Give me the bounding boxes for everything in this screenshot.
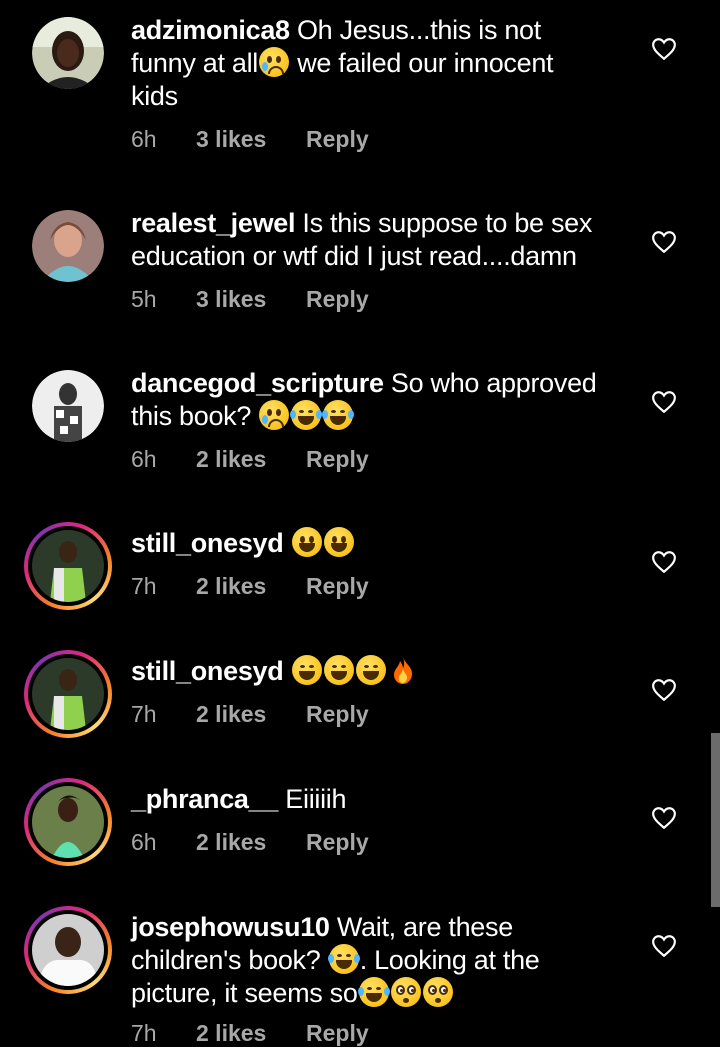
heart-outline-icon[interactable] (651, 934, 677, 958)
comment-likes[interactable]: 2 likes (196, 1020, 306, 1047)
reply-button[interactable]: Reply (306, 126, 369, 153)
comment-body: education or wtf did I just read....damn (131, 241, 577, 271)
face-with-tears-of-joy-emoji (322, 400, 355, 430)
comment-text: josephowusu10 Wait, are these children's… (131, 911, 631, 1010)
reply-button[interactable]: Reply (306, 829, 369, 856)
comment-time: 6h (131, 829, 157, 855)
comment-time: 6h (131, 126, 157, 152)
comment-time: 7h (131, 573, 157, 599)
face-with-tears-of-joy-emoji (327, 944, 360, 974)
heart-outline-icon[interactable] (651, 390, 677, 414)
comment-text: realest_jewel Is this suppose to be sex … (131, 207, 631, 273)
face-with-tears-of-joy-emoji (290, 400, 323, 430)
comment-body: So who approved (390, 368, 597, 398)
reply-button[interactable]: Reply (306, 573, 369, 600)
face-with-tears-of-joy-emoji (291, 655, 322, 685)
comment-body: this book? (131, 401, 252, 431)
crying-face-emoji (258, 47, 289, 77)
heart-outline-icon[interactable] (651, 230, 677, 254)
comment-body: Eiiiiih (285, 784, 347, 814)
comment-likes[interactable]: 3 likes (196, 126, 306, 153)
face-with-tears-of-joy-emoji (357, 977, 390, 1007)
comment-likes[interactable]: 2 likes (196, 446, 306, 473)
flushed-face-emoji (390, 977, 421, 1007)
comment-likes[interactable]: 3 likes (196, 286, 306, 313)
comment-body: . Looking at the (359, 945, 540, 975)
comment-meta: 7h 2 likes Reply (131, 1020, 369, 1047)
grinning-face-emoji (291, 527, 322, 557)
avatar[interactable] (32, 210, 104, 282)
comment-body: picture, it seems so (131, 978, 358, 1008)
face-with-tears-of-joy-emoji (355, 655, 386, 685)
reply-button[interactable]: Reply (306, 701, 369, 728)
comment-time: 5h (131, 286, 157, 312)
comment-meta: 7h 2 likes Reply (131, 701, 369, 728)
comment-username[interactable]: adzimonica8 (131, 15, 290, 45)
flushed-face-emoji (422, 977, 453, 1007)
comment-body: Oh Jesus...this is not (296, 15, 541, 45)
comment-body: funny at all (131, 48, 258, 78)
comment-text: _phranca__ Eiiiiih (131, 783, 631, 816)
reply-button[interactable]: Reply (306, 1020, 369, 1047)
comment-likes[interactable]: 2 likes (196, 829, 306, 856)
comment-text: still_onesyd (131, 655, 631, 688)
crying-face-emoji (259, 400, 290, 430)
comment-likes[interactable]: 2 likes (196, 701, 306, 728)
grinning-face-emoji (323, 527, 354, 557)
comment-body: Is this suppose to be sex (302, 208, 593, 238)
comment-meta: 6h 3 likes Reply (131, 126, 369, 153)
comment-username[interactable]: still_onesyd (131, 528, 284, 558)
comment-username[interactable]: _phranca__ (131, 784, 278, 814)
comment-body: we failed our innocent (297, 48, 554, 78)
comment-text: dancegod_scripture So who approved this … (131, 367, 631, 433)
comment-meta: 5h 3 likes Reply (131, 286, 369, 313)
reply-button[interactable]: Reply (306, 286, 369, 313)
comment-time: 7h (131, 701, 157, 727)
reply-button[interactable]: Reply (306, 446, 369, 473)
comment-meta: 6h 2 likes Reply (131, 446, 369, 473)
comment-text: adzimonica8 Oh Jesus...this is not funny… (131, 14, 631, 113)
comment-time: 7h (131, 1020, 157, 1046)
comment-body: Wait, are these (336, 912, 513, 942)
comment-username[interactable]: realest_jewel (131, 208, 296, 238)
comment-username[interactable]: josephowusu10 (131, 912, 330, 942)
heart-outline-icon[interactable] (651, 678, 677, 702)
heart-outline-icon[interactable] (651, 806, 677, 830)
comment-text: still_onesyd (131, 527, 631, 560)
comment-body: kids (131, 81, 178, 111)
fire-emoji (388, 655, 418, 685)
avatar[interactable] (32, 370, 104, 442)
avatar[interactable] (24, 650, 112, 738)
comment-body: children's book? (131, 945, 321, 975)
heart-outline-icon[interactable] (651, 550, 677, 574)
avatar[interactable] (24, 778, 112, 866)
comment-likes[interactable]: 2 likes (196, 573, 306, 600)
face-with-tears-of-joy-emoji (323, 655, 354, 685)
comment-time: 6h (131, 446, 157, 472)
heart-outline-icon[interactable] (651, 37, 677, 61)
comment-meta: 6h 2 likes Reply (131, 829, 369, 856)
avatar[interactable] (24, 522, 112, 610)
avatar[interactable] (32, 17, 104, 89)
comment-username[interactable]: dancegod_scripture (131, 368, 384, 398)
comment-meta: 7h 2 likes Reply (131, 573, 369, 600)
scrollbar[interactable] (711, 733, 720, 907)
avatar[interactable] (24, 906, 112, 994)
comment-username[interactable]: still_onesyd (131, 656, 284, 686)
